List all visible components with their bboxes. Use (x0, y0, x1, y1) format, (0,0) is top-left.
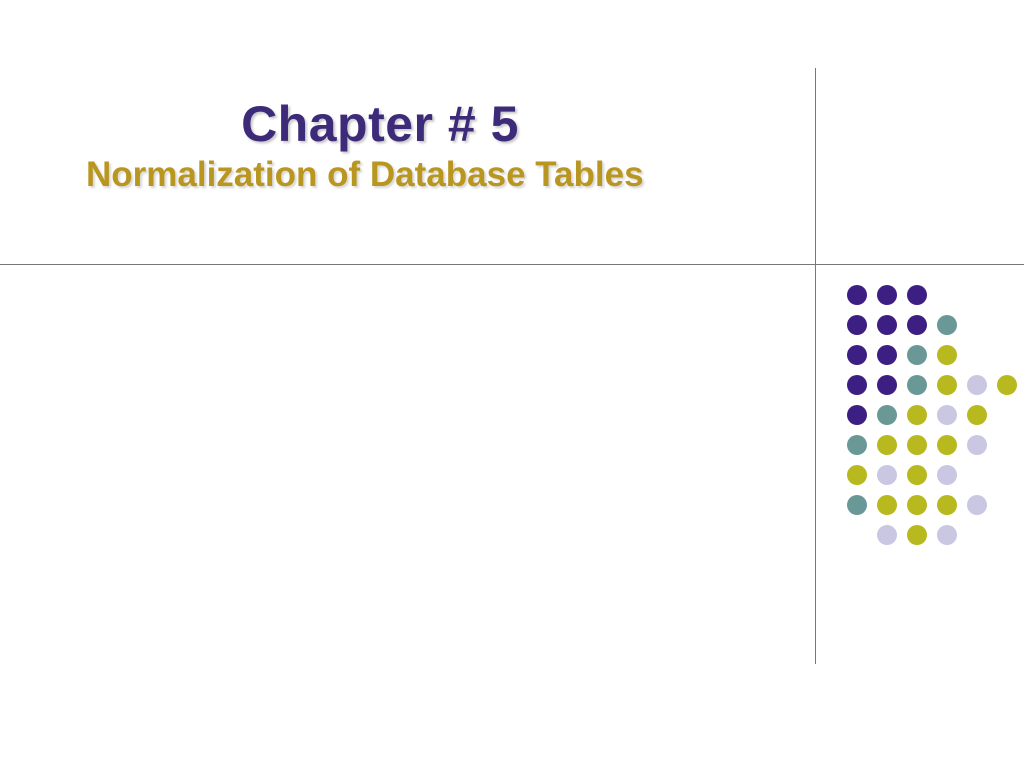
decorative-dot-icon (877, 315, 897, 335)
decorative-dot-icon (937, 495, 957, 515)
decorative-dot-icon (937, 375, 957, 395)
decorative-dot-icon (877, 465, 897, 485)
decorative-dot-icon (937, 435, 957, 455)
decorative-dot-icon (937, 525, 957, 545)
decorative-dot-icon (937, 345, 957, 365)
decorative-dot-icon (937, 315, 957, 335)
decorative-dot-icon (907, 495, 927, 515)
decorative-dot-icon (877, 435, 897, 455)
dot-empty (997, 315, 1017, 335)
decorative-dot-icon (907, 315, 927, 335)
decorative-dot-icon (937, 465, 957, 485)
dot-empty (997, 525, 1017, 545)
decorative-dot-icon (967, 495, 987, 515)
decorative-dot-icon (997, 375, 1017, 395)
dot-empty (997, 495, 1017, 515)
dot-empty (967, 525, 987, 545)
decorative-dot-icon (877, 525, 897, 545)
dot-empty (997, 405, 1017, 425)
decorative-dot-icon (847, 345, 867, 365)
chapter-title: Chapter # 5 (0, 95, 760, 153)
horizontal-divider (0, 264, 1024, 265)
decorative-dot-icon (847, 315, 867, 335)
decorative-dot-icon (877, 285, 897, 305)
title-block: Chapter # 5 Normalization of Database Ta… (0, 95, 760, 195)
decorative-dot-icon (907, 525, 927, 545)
decorative-dot-icon (937, 405, 957, 425)
dot-empty (967, 465, 987, 485)
decorative-dot-icon (967, 435, 987, 455)
decorative-dot-icon (907, 405, 927, 425)
dot-empty (997, 435, 1017, 455)
decorative-dot-icon (847, 405, 867, 425)
decorative-dot-icon (877, 345, 897, 365)
decorative-dot-icon (847, 285, 867, 305)
dot-empty (997, 285, 1017, 305)
vertical-divider (815, 68, 816, 664)
decorative-dot-icon (907, 285, 927, 305)
dot-empty (967, 345, 987, 365)
decorative-dot-icon (877, 495, 897, 515)
dot-empty (847, 525, 867, 545)
decorative-dot-icon (877, 405, 897, 425)
decorative-dot-icon (907, 435, 927, 455)
decorative-dot-icon (847, 375, 867, 395)
decorative-dot-icon (907, 375, 927, 395)
decorative-dot-grid (842, 280, 1022, 550)
dot-empty (967, 315, 987, 335)
decorative-dot-icon (907, 345, 927, 365)
decorative-dot-icon (877, 375, 897, 395)
decorative-dot-icon (847, 465, 867, 485)
dot-empty (967, 285, 987, 305)
decorative-dot-icon (967, 375, 987, 395)
dot-empty (997, 345, 1017, 365)
chapter-subtitle: Normalization of Database Tables (0, 155, 760, 195)
dot-empty (997, 465, 1017, 485)
decorative-dot-icon (967, 405, 987, 425)
decorative-dot-icon (847, 435, 867, 455)
decorative-dot-icon (847, 495, 867, 515)
decorative-dot-icon (907, 465, 927, 485)
dot-empty (937, 285, 957, 305)
